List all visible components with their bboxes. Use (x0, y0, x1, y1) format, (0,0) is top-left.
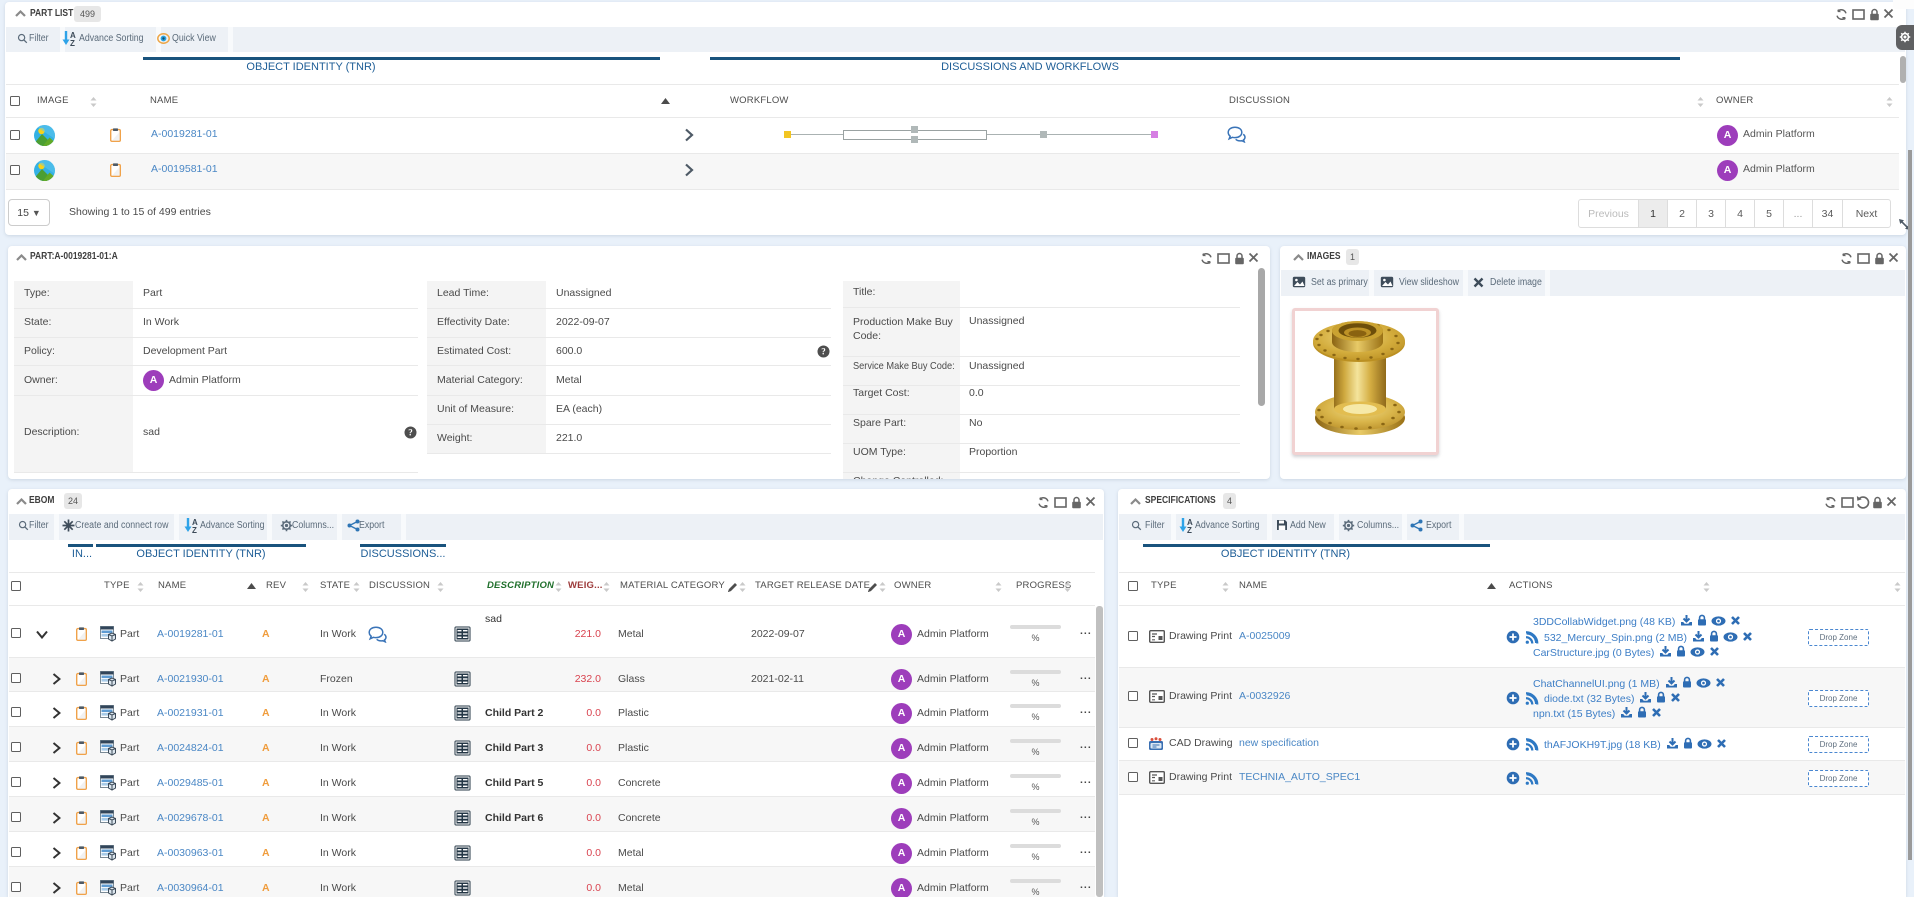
svg-text:?: ? (408, 428, 413, 438)
svg-text:Z: Z (1187, 526, 1192, 534)
svg-text:Z: Z (192, 526, 197, 534)
svg-text:?: ? (821, 347, 826, 357)
svg-text:Z: Z (70, 39, 75, 47)
